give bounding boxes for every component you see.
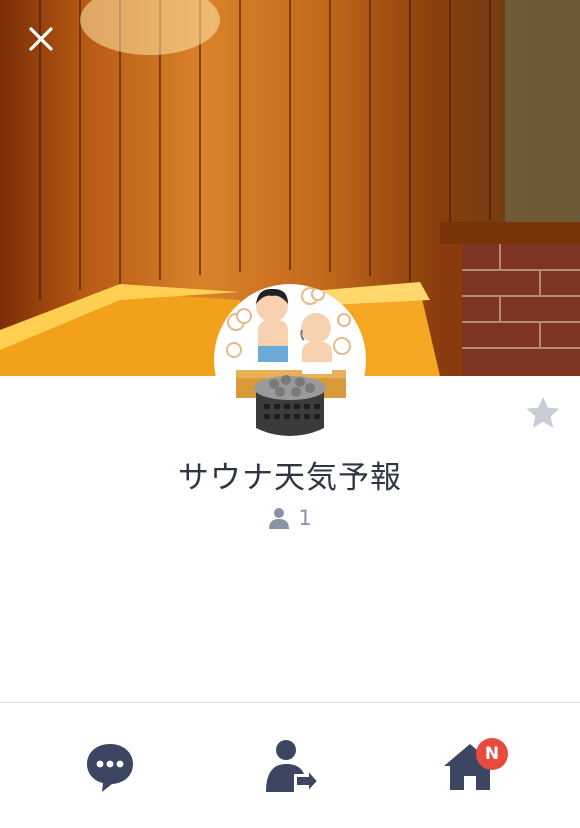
favorite-button[interactable] xyxy=(524,394,562,432)
follower-count-value: 1 xyxy=(298,506,312,530)
sauna-people-illustration xyxy=(226,287,351,436)
profile-avatar[interactable] xyxy=(214,284,366,436)
share-contact-icon xyxy=(266,740,320,795)
profile-name: サウナ天気予報 xyxy=(178,460,402,496)
close-button[interactable] xyxy=(26,24,56,54)
bottom-divider xyxy=(0,702,580,703)
follower-count: 1 xyxy=(0,506,580,530)
chat-button[interactable] xyxy=(80,736,140,796)
star-icon xyxy=(526,397,560,428)
person-icon xyxy=(269,508,290,529)
notification-badge: N xyxy=(476,738,508,770)
chat-icon xyxy=(87,744,133,792)
share-contact-button[interactable] xyxy=(260,736,320,796)
close-icon xyxy=(29,27,53,51)
